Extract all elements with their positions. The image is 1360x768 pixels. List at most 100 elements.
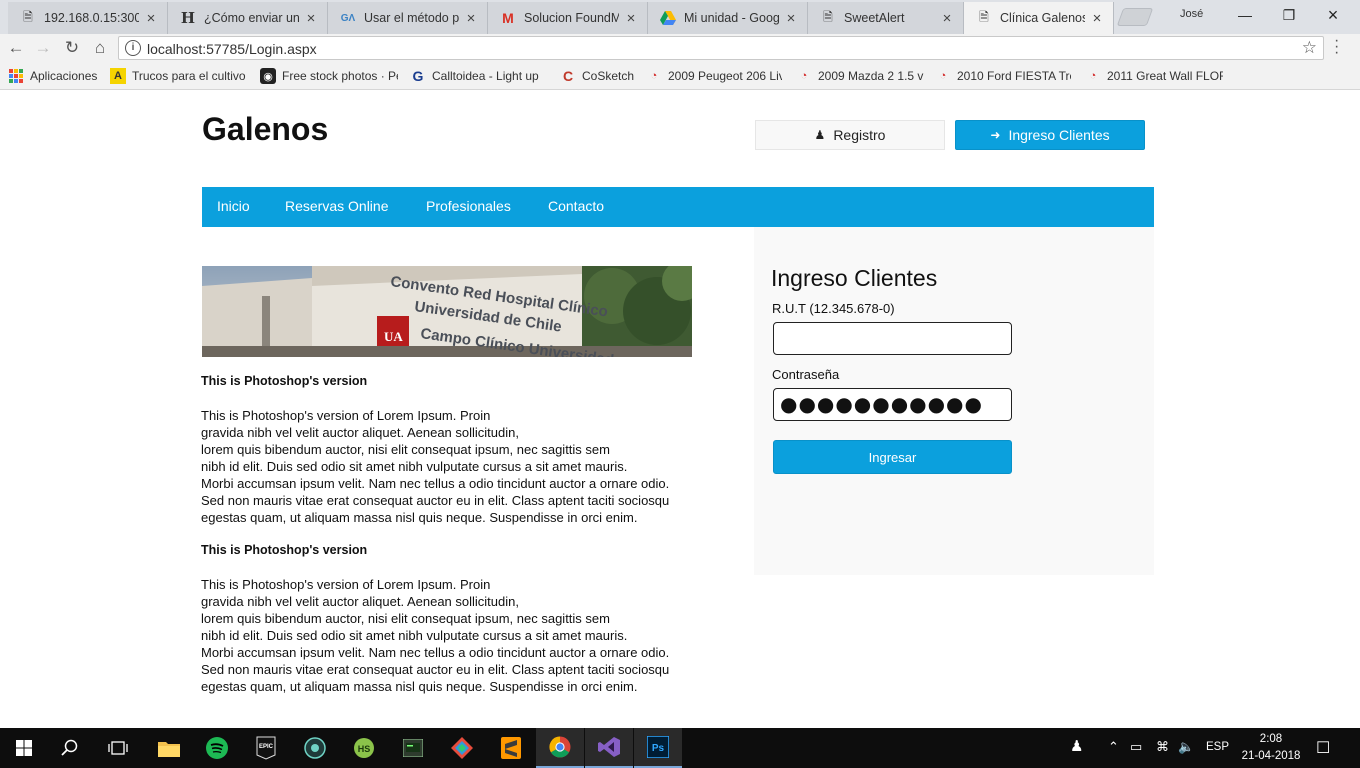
people-icon[interactable]: ♟ — [1070, 737, 1083, 755]
car-site-icon: ◔ — [1089, 70, 1097, 82]
article-heading: This is Photoshop's version — [201, 543, 368, 557]
task-view-icon[interactable] — [94, 728, 142, 768]
bookmark-apps[interactable]: Aplicaciones — [8, 67, 97, 85]
browser-tab[interactable]: 🗎 SweetAlert × — [808, 2, 964, 34]
password-input[interactable]: ●●●●●●●●●●● — [773, 388, 1012, 421]
battery-icon[interactable]: ▭ — [1130, 739, 1142, 755]
article-body: This is Photoshop's version of Lorem Ips… — [201, 577, 670, 694]
bookmark-item[interactable]: ◔ 2011 Great Wall FLOR — [1085, 67, 1223, 85]
article-heading: This is Photoshop's version — [201, 374, 368, 388]
nav-contacto[interactable]: Contacto — [548, 198, 604, 214]
browser-tab[interactable]: Mi unidad - Goog × — [648, 2, 808, 34]
cosketch-icon: C — [562, 68, 574, 84]
bookmark-item[interactable]: C CoSketch — [560, 67, 634, 85]
spotify-icon[interactable] — [193, 728, 241, 768]
bookmark-item[interactable]: ◉ Free stock photos · Pe — [260, 67, 398, 85]
info-icon[interactable]: i — [125, 40, 141, 56]
bookmark-item[interactable]: ◔ 2009 Peugeot 206 Liv — [646, 67, 782, 85]
bookmark-item[interactable]: ◔ 2009 Mazda 2 1.5 v — [796, 67, 924, 85]
home-icon[interactable]: ⌂ — [89, 37, 111, 59]
chevron-up-icon[interactable]: ⌃ — [1108, 739, 1119, 755]
bookmark-label: 2009 Peugeot 206 Liv — [668, 69, 782, 83]
photoshop-icon[interactable]: Ps — [634, 728, 682, 768]
browser-tab[interactable]: H ¿Cómo enviar un c × — [168, 2, 328, 34]
git-icon[interactable] — [438, 728, 486, 768]
h-logo-icon: H — [180, 9, 196, 27]
close-icon[interactable]: × — [303, 10, 319, 27]
ingreso-label: Ingreso Clientes — [1008, 127, 1110, 143]
browser-tab[interactable]: M Solucion FoundM × — [488, 2, 648, 34]
bookmark-item[interactable]: ◔ 2010 Ford FIESTA Tre — [935, 67, 1071, 85]
bookmark-label: 2011 Great Wall FLOR — [1107, 69, 1223, 83]
visual-studio-icon[interactable] — [585, 728, 633, 768]
nav-inicio[interactable]: Inicio — [217, 198, 250, 214]
browser-tab[interactable]: GΛ Usar el método p × — [328, 2, 488, 34]
sublime-icon[interactable] — [487, 728, 535, 768]
close-icon[interactable]: × — [463, 10, 479, 27]
volume-icon[interactable]: 🔈 — [1178, 739, 1194, 755]
window-close-icon[interactable]: × — [1310, 0, 1356, 30]
gmail-icon: M — [502, 10, 514, 26]
chrome-icon[interactable] — [536, 728, 584, 768]
bookmark-label: Aplicaciones — [30, 69, 98, 83]
wifi-icon[interactable]: ⌘ — [1156, 739, 1169, 755]
epic-games-icon[interactable]: EPIC — [242, 728, 290, 768]
restore-icon[interactable]: ❐ — [1266, 0, 1312, 30]
calltoidea-icon: G — [412, 68, 424, 84]
ingresar-button[interactable]: Ingresar — [773, 440, 1012, 474]
svg-text:Ps: Ps — [652, 743, 665, 754]
file-explorer-icon[interactable] — [145, 728, 193, 768]
bookmark-label: 2009 Mazda 2 1.5 v — [818, 69, 924, 83]
browser-toolbar: ← → ↻ ⌂ i localhost:57785/Login.aspx ☆ — [0, 34, 1360, 62]
bookmark-label: Calltoidea - Light up — [432, 69, 539, 83]
bookmark-label: CoSketch — [582, 69, 635, 83]
nav-profesionales[interactable]: Profesionales — [426, 198, 511, 214]
back-arrow-icon[interactable]: ← — [5, 37, 27, 59]
system-clock[interactable]: 2:08 21-04-2018 — [1236, 731, 1306, 765]
rut-label: R.U.T (12.345.678-0) — [772, 301, 895, 316]
windows-start-icon[interactable] — [0, 728, 48, 768]
terminal-icon[interactable] — [389, 728, 437, 768]
url-text[interactable]: localhost:57785/Login.aspx — [147, 41, 317, 57]
reload-icon[interactable]: ↻ — [61, 37, 83, 59]
bookmarks-bar: Aplicaciones A Trucos para el cultivo ◉ … — [0, 62, 1360, 90]
registro-button[interactable]: ♟ Registro — [755, 120, 945, 150]
tab-title: Solucion FoundM — [524, 11, 619, 25]
new-tab-button[interactable] — [1116, 8, 1154, 26]
bookmark-label: 2010 Ford FIESTA Tre — [957, 69, 1071, 83]
close-icon[interactable]: × — [143, 10, 159, 27]
language-indicator[interactable]: ESP — [1206, 741, 1229, 753]
address-bar[interactable]: i localhost:57785/Login.aspx ☆ — [118, 36, 1324, 60]
forward-arrow-icon[interactable]: → — [32, 37, 54, 59]
star-icon[interactable]: ☆ — [1302, 38, 1317, 58]
bookmark-item[interactable]: G Calltoidea - Light up — [410, 67, 546, 85]
search-icon[interactable] — [46, 728, 94, 768]
app-icon[interactable] — [291, 728, 339, 768]
profile-name[interactable]: José — [1180, 8, 1203, 20]
password-label: Contraseña — [772, 367, 840, 382]
close-icon[interactable]: × — [1089, 10, 1105, 27]
close-icon[interactable]: × — [623, 10, 639, 27]
menu-dots-icon[interactable]: · · · — [1334, 33, 1339, 61]
bookmark-item[interactable]: A Trucos para el cultivo — [110, 67, 246, 85]
rut-input[interactable] — [773, 322, 1012, 355]
notification-icon[interactable]: ☐ — [1316, 738, 1330, 758]
apps-grid-icon — [8, 68, 24, 84]
browser-tab[interactable]: 🗎 192.168.0.15:3000/ × — [8, 2, 168, 34]
page-icon: 🗎 — [979, 9, 989, 24]
web-icon: GΛ — [340, 12, 356, 24]
browser-tab-active[interactable]: 🗎 Clínica Galenos Ch × — [964, 2, 1114, 34]
nav-reservas-online[interactable]: Reservas Online — [285, 198, 389, 214]
main-nav: Inicio Reservas Online Profesionales Con… — [202, 187, 1154, 227]
tab-title: SweetAlert — [844, 11, 905, 25]
bookmark-label: Free stock photos · Pe — [282, 69, 398, 83]
site-brand[interactable]: Galenos — [202, 111, 328, 148]
close-icon[interactable]: × — [939, 10, 955, 27]
minimize-icon[interactable]: — — [1222, 0, 1268, 30]
hotspot-shield-icon[interactable]: HS — [340, 728, 388, 768]
svg-text:HS: HS — [358, 744, 371, 754]
ingreso-clientes-button[interactable]: ➜ Ingreso Clientes — [955, 120, 1145, 150]
close-icon[interactable]: × — [783, 10, 799, 27]
login-title: Ingreso Clientes — [771, 265, 938, 291]
tab-title: ¿Cómo enviar un c — [204, 11, 299, 25]
